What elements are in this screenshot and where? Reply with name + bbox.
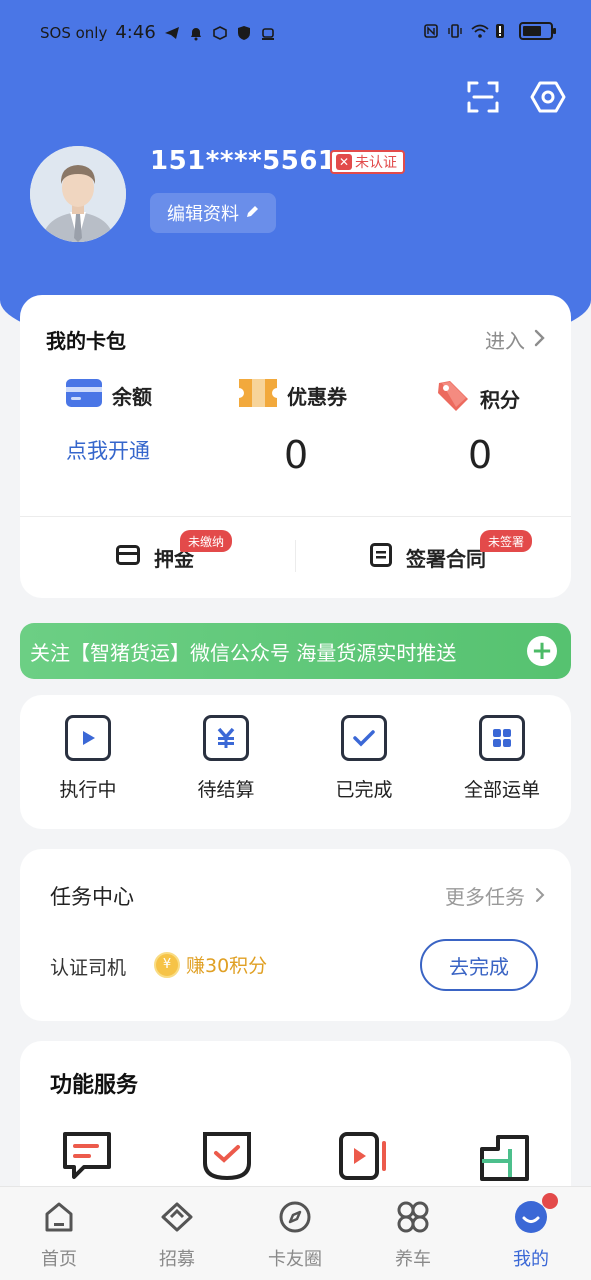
chevron-right-icon [535, 884, 545, 908]
bottom-tab-bar: 首页 招募 卡友圈 养车 我的 [0, 1186, 591, 1280]
alert-icon [495, 23, 511, 39]
nfc-icon [423, 23, 439, 39]
tab-label: 招募 [159, 1249, 195, 1270]
vibrate-icon [447, 23, 463, 39]
balance-label: 余额 [112, 385, 152, 409]
contract-status-tag: 未签署 [480, 530, 533, 552]
close-icon: ✕ [336, 154, 352, 170]
edit-profile-label: 编辑资料 [167, 204, 239, 225]
services-title: 功能服务 [50, 1073, 139, 1098]
telegram-icon [164, 25, 180, 41]
chevron-right-icon [533, 328, 545, 352]
wallet-card: 我的卡包 进入 余额 点我开通 优惠券 0 积分 0 押金 未缴纳 签署合同 未… [20, 295, 571, 598]
avatar[interactable] [30, 146, 126, 242]
divider [295, 540, 296, 572]
deposit-status-tag: 未缴纳 [180, 530, 233, 552]
order-label: 全部运单 [463, 779, 540, 801]
banner-text: 关注【智猪货运】微信公众号 海量货源实时推送 [30, 640, 457, 665]
grid-icon [479, 715, 525, 761]
tab-recruit[interactable]: 招募 [132, 1199, 222, 1271]
settings-icon[interactable] [529, 78, 567, 116]
coupon-label: 优惠券 [287, 385, 347, 409]
wallet-enter-link[interactable]: 进入 [485, 325, 545, 354]
orders-card: 执行中 待结算 已完成 全部运单 [20, 695, 571, 829]
complete-task-button[interactable]: 去完成 [420, 939, 538, 991]
carrier-text: SOS only [40, 23, 108, 42]
order-all[interactable]: 全部运单 [442, 715, 562, 802]
order-in-progress[interactable]: 执行中 [28, 715, 148, 802]
tab-label: 养车 [395, 1249, 431, 1270]
order-label: 执行中 [59, 779, 117, 801]
tab-car-care[interactable]: 养车 [368, 1199, 458, 1271]
tab-mine[interactable]: 我的 [486, 1199, 576, 1271]
sign-contract-label: 签署合同 [406, 547, 486, 571]
sign-contract-button[interactable]: 签署合同 [370, 543, 486, 572]
check-icon [341, 715, 387, 761]
task-item-label: 认证司机 [50, 957, 127, 979]
points-header[interactable]: 积分 [436, 379, 591, 418]
edit-profile-button[interactable]: 编辑资料 [150, 193, 276, 233]
coupon-header[interactable]: 优惠券 [239, 379, 399, 412]
check-service-icon[interactable] [200, 1129, 254, 1183]
order-label: 已完成 [335, 779, 393, 801]
coupon-value: 0 [284, 433, 309, 477]
wifi-icon [471, 23, 489, 39]
handshake-icon [159, 1199, 195, 1235]
cert-status-badge[interactable]: ✕ 未认证 [330, 150, 405, 174]
wallet-enter-label: 进入 [485, 329, 525, 353]
home-icon [41, 1199, 77, 1235]
robot-icon [260, 25, 276, 41]
bell-icon [188, 25, 204, 41]
clover-grid-icon [395, 1199, 431, 1235]
task-reward: ¥ 赚30积分 [154, 951, 267, 978]
document-icon [370, 543, 392, 572]
scan-icon[interactable] [464, 78, 502, 116]
box-icon [212, 25, 228, 41]
battery-icon [519, 22, 556, 40]
more-tasks-label: 更多任务 [445, 885, 525, 909]
divider [20, 516, 571, 517]
balance-activate-link[interactable]: 点我开通 [66, 435, 150, 465]
points-value: 0 [468, 433, 493, 477]
more-tasks-link[interactable]: 更多任务 [445, 881, 545, 910]
order-pending-settlement[interactable]: 待结算 [166, 715, 286, 802]
card-icon [66, 379, 102, 412]
notification-dot [542, 1193, 558, 1209]
order-completed[interactable]: 已完成 [304, 715, 424, 802]
balance-header[interactable]: 余额 [66, 379, 226, 412]
compass-icon [277, 1199, 313, 1235]
play-icon [65, 715, 111, 761]
cert-status-text: 未认证 [355, 155, 397, 171]
coin-icon: ¥ [154, 951, 180, 978]
status-bar: SOS only 4:46 [0, 0, 591, 66]
video-service-icon[interactable] [338, 1129, 392, 1183]
tab-label: 我的 [513, 1249, 549, 1270]
task-center-card: 任务中心 更多任务 认证司机 ¥ 赚30积分 去完成 [20, 849, 571, 1021]
pencil-icon [245, 203, 259, 224]
order-label: 待结算 [197, 779, 255, 801]
tag-icon [436, 379, 470, 418]
shield-icon [236, 25, 252, 41]
task-reward-text: 赚30积分 [186, 955, 268, 977]
plus-icon[interactable]: + [527, 636, 557, 666]
tab-trucker-circle[interactable]: 卡友圈 [250, 1199, 340, 1271]
wallet-title: 我的卡包 [46, 329, 126, 353]
tab-label: 卡友圈 [268, 1249, 322, 1270]
message-service-icon[interactable] [60, 1129, 114, 1183]
wallet-icon [116, 545, 140, 570]
task-center-title: 任务中心 [50, 885, 134, 909]
wechat-follow-banner[interactable]: 关注【智猪货运】微信公众号 海量货源实时推送 + [20, 623, 571, 679]
phone-number: 151****5561 [150, 146, 337, 176]
tab-label: 首页 [41, 1249, 77, 1270]
clock: 4:46 [115, 22, 156, 43]
ticket-icon [239, 379, 277, 412]
yuan-icon [203, 715, 249, 761]
chart-service-icon[interactable] [478, 1129, 532, 1183]
points-label: 积分 [480, 388, 520, 412]
tab-home[interactable]: 首页 [14, 1199, 104, 1271]
